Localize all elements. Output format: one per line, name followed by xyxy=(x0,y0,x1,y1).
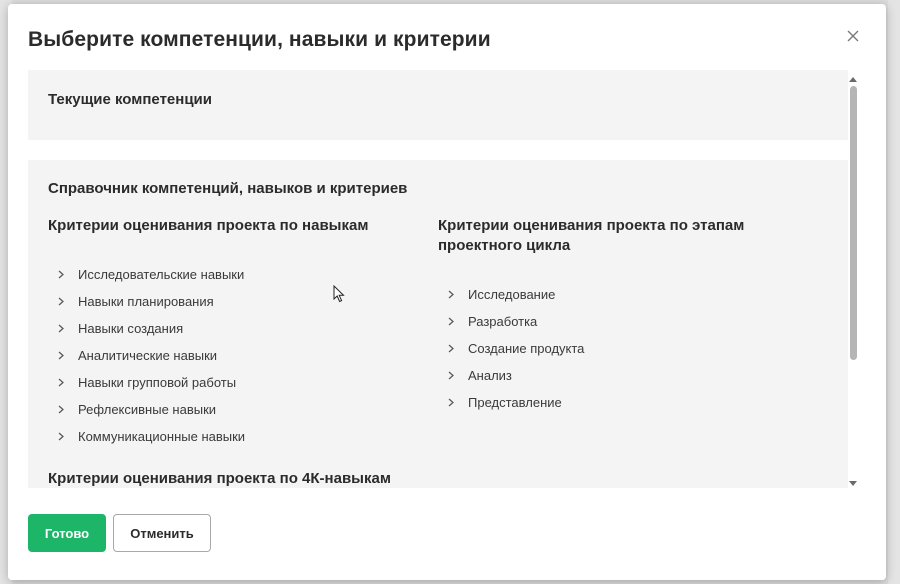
triangle-down-icon xyxy=(849,480,857,486)
tree-item-label: Представление xyxy=(468,395,562,410)
tree-item[interactable]: Исследовательские навыки xyxy=(48,261,408,288)
tree-item[interactable]: Исследование xyxy=(438,281,828,308)
tree-item-label: Рефлексивные навыки xyxy=(78,402,217,417)
project-stages-heading: Критерии оценивания проекта по этапам пр… xyxy=(438,217,745,254)
tree-item-label: Исследование xyxy=(468,287,556,302)
skills-criteria-heading: Критерии оценивания проекта по навыкам xyxy=(48,217,369,234)
scrollbar-thumb[interactable] xyxy=(850,86,857,360)
tree-item[interactable]: Представление xyxy=(438,389,828,416)
chevron-right-icon xyxy=(48,297,78,306)
chevron-right-icon xyxy=(438,398,468,407)
chevron-right-icon xyxy=(48,270,78,279)
current-competencies-card: Текущие компетенции xyxy=(28,70,848,140)
scroll-down-arrow[interactable] xyxy=(847,478,859,488)
project-stages-list: Исследование Разработка Создание продукт… xyxy=(438,281,828,416)
chevron-right-icon xyxy=(438,344,468,353)
chevron-right-icon xyxy=(48,324,78,333)
backdrop-right xyxy=(888,0,900,584)
chevron-right-icon xyxy=(48,351,78,360)
tree-item-label: Навыки групповой работы xyxy=(78,375,237,390)
cancel-button[interactable]: Отменить xyxy=(113,514,211,552)
dialog-title: Выберите компетенции, навыки и критерии xyxy=(28,28,491,51)
tree-item-label: Исследовательские навыки xyxy=(78,267,245,282)
tree-item[interactable]: Создание продукта xyxy=(438,335,828,362)
tree-item[interactable]: Коммуникационные навыки xyxy=(48,423,408,450)
skills-criteria-list: Исследовательские навыки Навыки планиров… xyxy=(48,261,408,450)
triangle-up-icon xyxy=(849,76,857,82)
skills-criteria-column: Критерии оценивания проекта по навыкам И… xyxy=(48,216,408,450)
dialog-body[interactable]: Текущие компетенции Справочник компетенц… xyxy=(28,70,848,488)
tree-item-label: Создание продукта xyxy=(468,341,585,356)
tree-item[interactable]: Аналитические навыки xyxy=(48,342,408,369)
tree-item[interactable]: Разработка xyxy=(438,308,828,335)
competency-dialog: Выберите компетенции, навыки и критерии … xyxy=(8,4,886,580)
tree-item-label: Навыки планирования xyxy=(78,294,214,309)
chevron-right-icon xyxy=(438,317,468,326)
close-button[interactable] xyxy=(843,26,863,46)
tree-item[interactable]: Навыки планирования xyxy=(48,288,408,315)
chevron-right-icon xyxy=(48,405,78,414)
tree-item-label: Навыки создания xyxy=(78,321,184,336)
tree-item[interactable]: Рефлексивные навыки xyxy=(48,396,408,423)
chevron-right-icon xyxy=(48,432,78,441)
tree-item-label: Анализ xyxy=(468,368,512,383)
chevron-right-icon xyxy=(438,371,468,380)
dialog-footer: Готово Отменить xyxy=(8,488,886,580)
reference-title: Справочник компетенций, навыков и критер… xyxy=(48,180,408,197)
chevron-right-icon xyxy=(48,378,78,387)
tree-item[interactable]: Анализ xyxy=(438,362,828,389)
reference-card: Справочник компетенций, навыков и критер… xyxy=(28,160,848,488)
scroll-up-arrow[interactable] xyxy=(847,74,859,84)
project-stages-column: Критерии оценивания проекта по этапам пр… xyxy=(438,216,828,416)
tree-item-label: Коммуникационные навыки xyxy=(78,429,246,444)
close-icon xyxy=(847,30,859,42)
done-button[interactable]: Готово xyxy=(28,514,106,552)
mouse-cursor-icon xyxy=(333,285,345,303)
tree-item-label: Разработка xyxy=(468,314,538,329)
tree-item[interactable]: Навыки групповой работы xyxy=(48,369,408,396)
vertical-scrollbar[interactable] xyxy=(847,74,859,488)
chevron-right-icon xyxy=(438,290,468,299)
current-competencies-title: Текущие компетенции xyxy=(48,91,212,108)
tree-item-label: Аналитические навыки xyxy=(78,348,218,363)
4k-criteria-heading: Критерии оценивания проекта по 4К-навыка… xyxy=(48,470,391,487)
tree-item[interactable]: Навыки создания xyxy=(48,315,408,342)
